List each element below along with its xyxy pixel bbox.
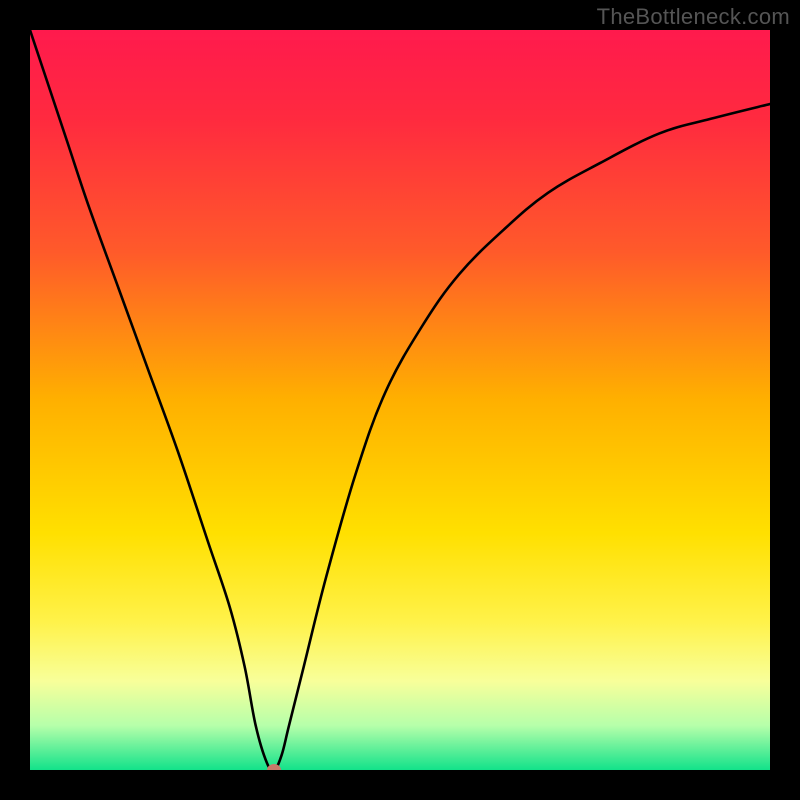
- optimal-point-marker: [267, 764, 281, 770]
- bottleneck-curve: [30, 30, 770, 770]
- plot-area: [30, 30, 770, 770]
- chart-frame: TheBottleneck.com: [0, 0, 800, 800]
- watermark-text: TheBottleneck.com: [597, 4, 790, 30]
